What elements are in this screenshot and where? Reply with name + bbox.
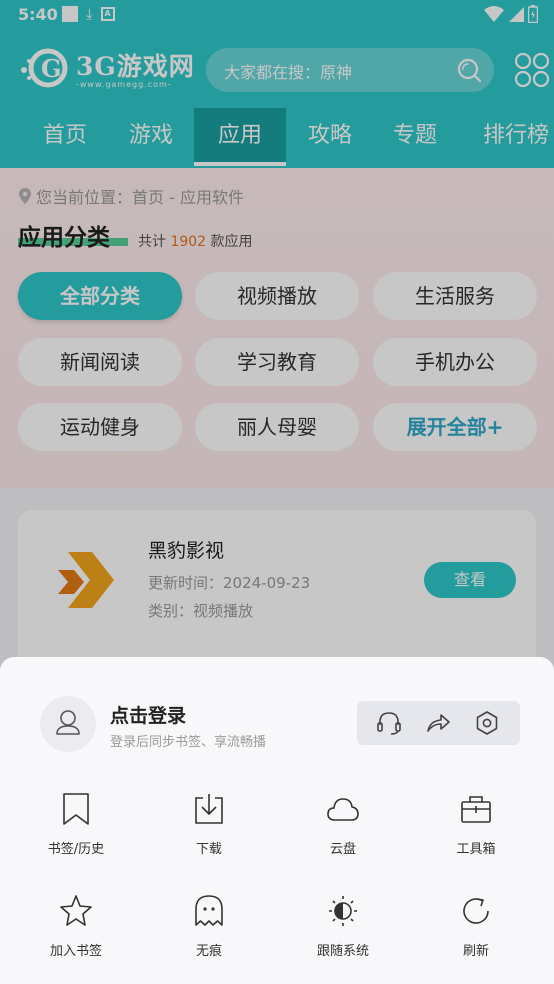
download-icon: [195, 794, 223, 824]
refresh-icon: [463, 898, 489, 924]
bottom-sheet-menu: 点击登录 登录后同步书签、享流畅播 书签/历史 下载 云盘 工具箱 加入书签 无…: [0, 657, 554, 984]
theme-icon: [329, 896, 357, 926]
tool-cloud-drive[interactable]: 云盘: [288, 792, 398, 872]
share-icon[interactable]: [424, 709, 452, 737]
tool-bookmarks-history[interactable]: 书签/历史: [21, 792, 131, 872]
tool-label: 云盘: [329, 842, 356, 857]
quick-actions: [357, 701, 520, 745]
login-subtitle: 登录后同步书签、享流畅播: [110, 735, 267, 750]
tool-label: 无痕: [195, 944, 222, 959]
tool-download[interactable]: 下载: [154, 792, 264, 872]
settings-icon[interactable]: [473, 709, 501, 737]
avatar[interactable]: [40, 696, 96, 752]
user-icon: [56, 710, 80, 735]
tool-follow-system[interactable]: 跟随系统: [288, 894, 398, 974]
tool-incognito[interactable]: 无痕: [154, 894, 264, 974]
tool-label: 加入书签: [49, 944, 102, 959]
ghost-icon: [195, 895, 223, 926]
toolbox-icon: [461, 796, 491, 823]
bookmark-icon: [63, 793, 89, 825]
tool-label: 下载: [195, 842, 222, 857]
star-icon: [60, 895, 92, 926]
tool-refresh[interactable]: 刷新: [421, 894, 531, 974]
tool-add-bookmark[interactable]: 加入书签: [21, 894, 131, 974]
headset-icon[interactable]: [375, 709, 403, 737]
login-title[interactable]: 点击登录: [110, 701, 186, 728]
cloud-icon: [327, 798, 359, 821]
tool-label: 刷新: [462, 944, 489, 959]
tool-toolbox[interactable]: 工具箱: [421, 792, 531, 872]
tool-label: 工具箱: [456, 842, 496, 857]
tool-label: 书签/历史: [47, 842, 105, 857]
tool-label: 跟随系统: [316, 944, 369, 959]
